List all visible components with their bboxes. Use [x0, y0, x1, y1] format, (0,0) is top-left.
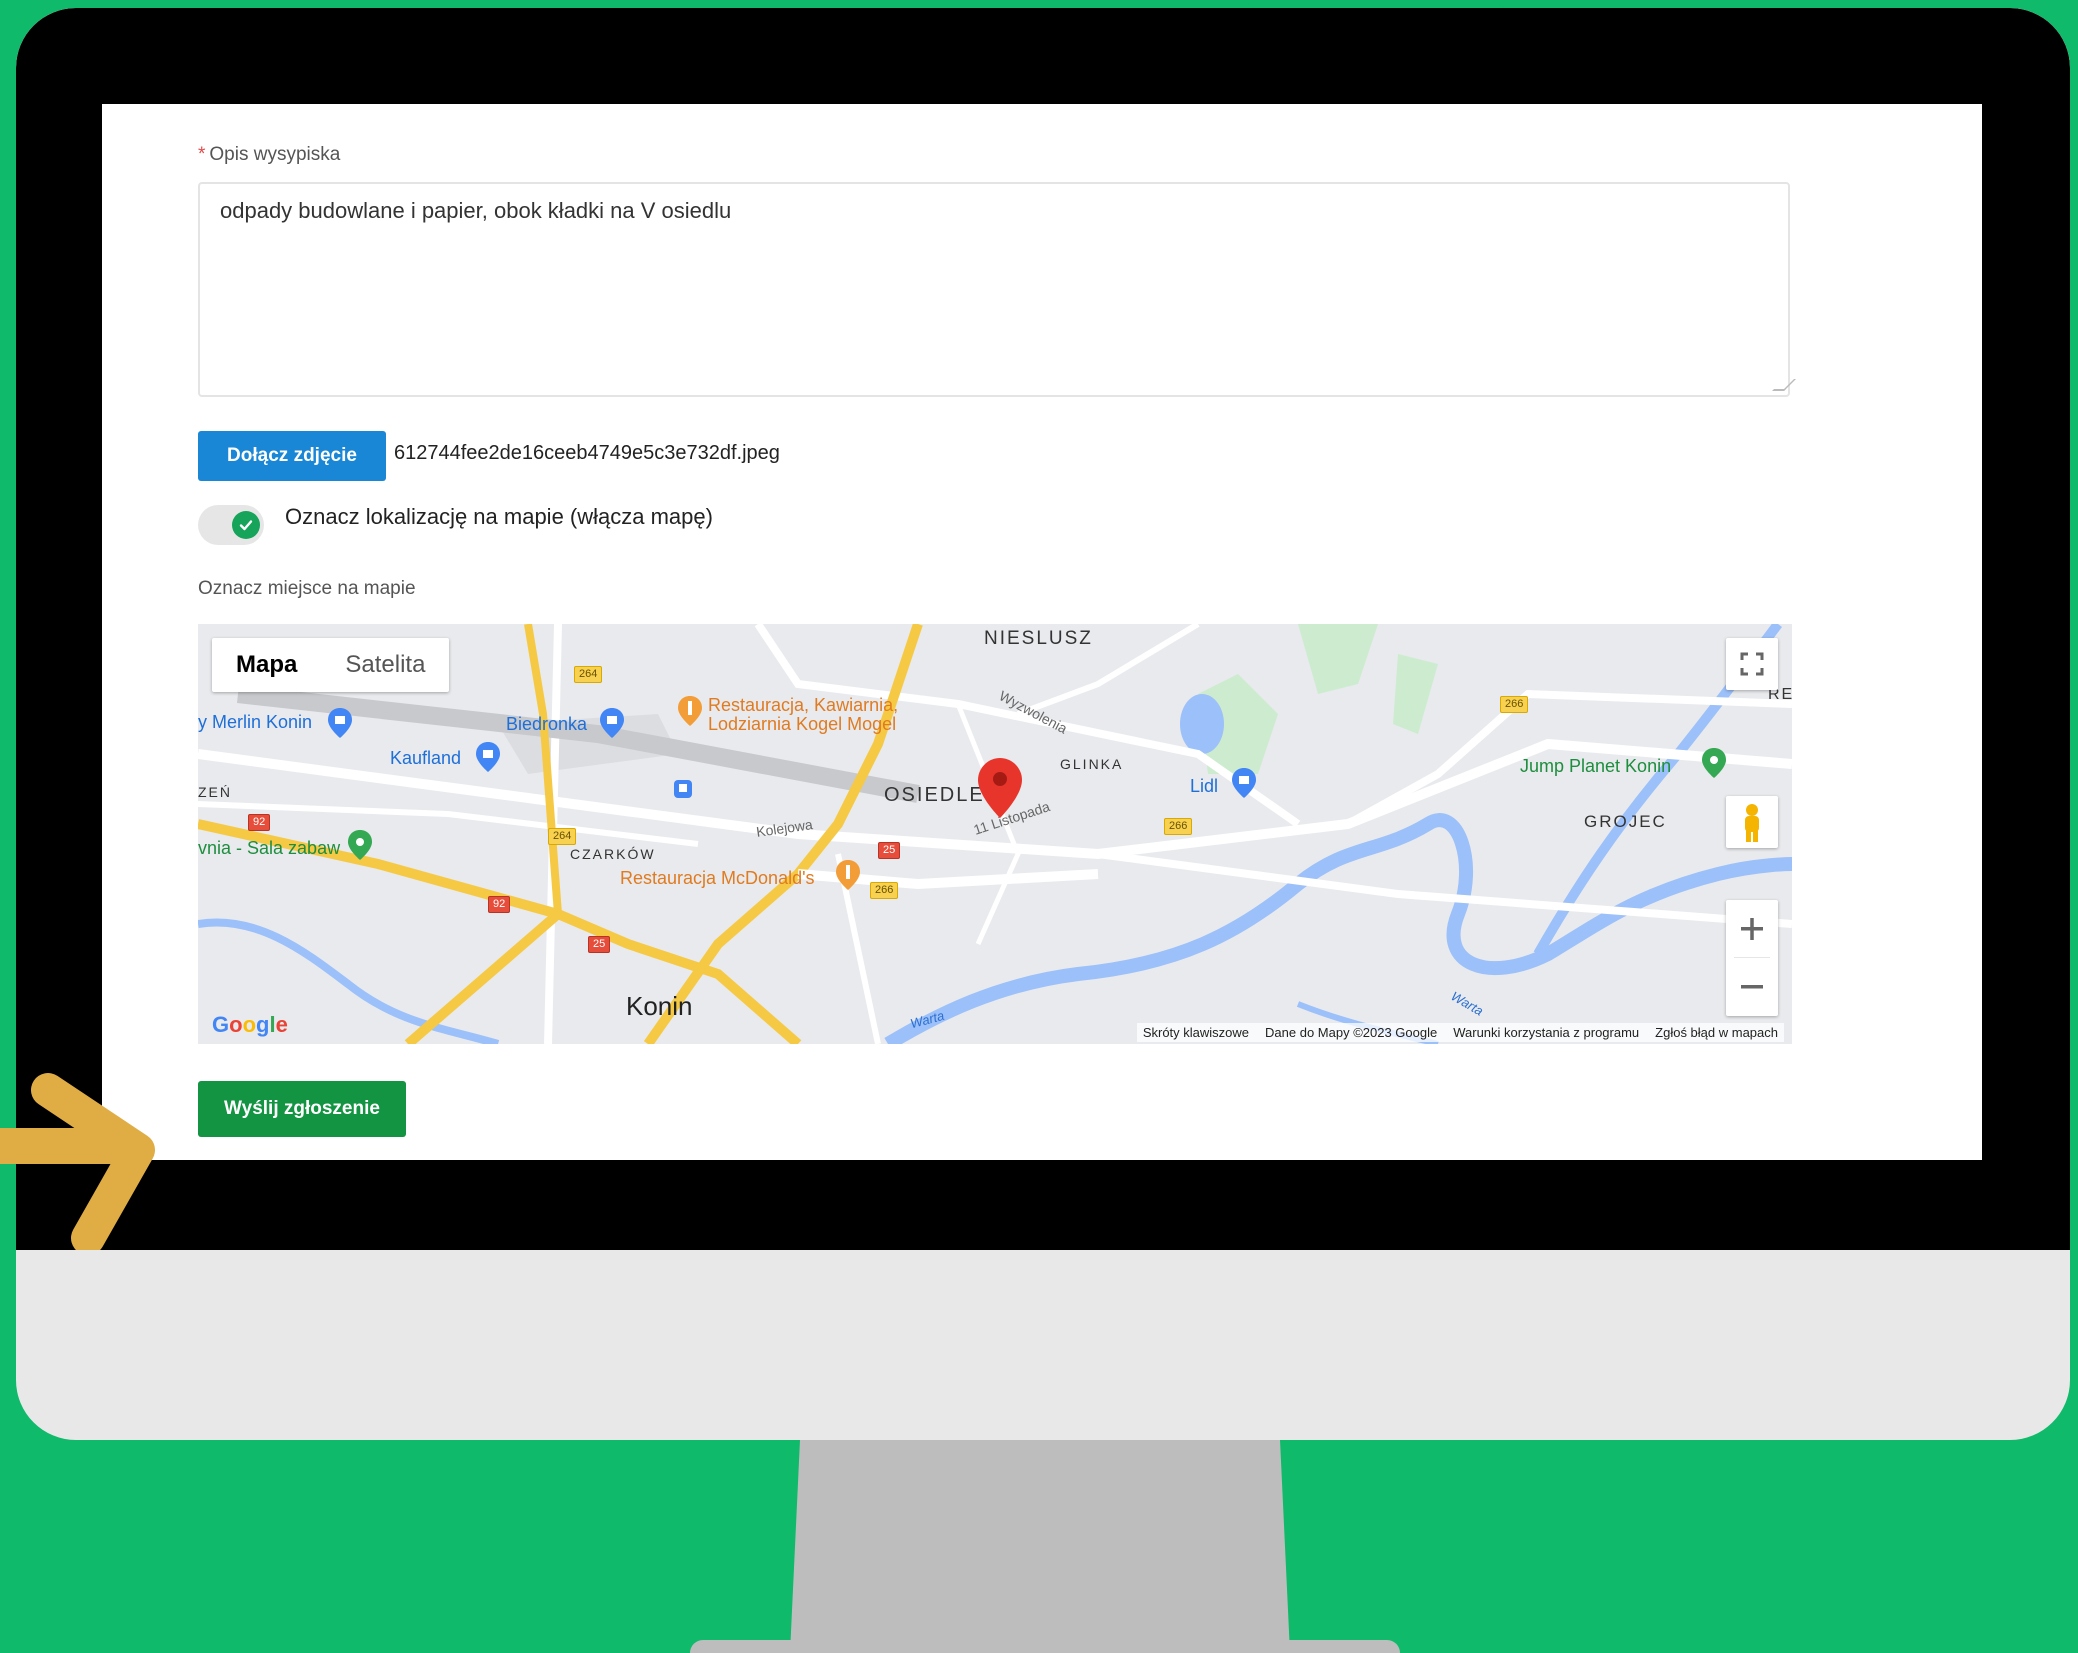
place-label: GROJEC: [1584, 812, 1667, 831]
required-asterisk: *: [198, 144, 206, 165]
map-label: Oznacz miejsce na mapie: [198, 578, 416, 599]
road-number-badge: 266: [1164, 818, 1193, 835]
restaurant-pin-icon: [678, 696, 702, 726]
zoom-controls: [1726, 900, 1778, 1016]
poi-label: Jump Planet Konin: [1520, 756, 1672, 776]
fullscreen-icon: [1740, 652, 1764, 676]
attach-photo-button[interactable]: Dołącz zdjęcie: [198, 431, 386, 481]
city-label: Konin: [626, 991, 693, 1021]
train-station-icon: [674, 780, 692, 798]
resize-grip-icon[interactable]: [1772, 379, 1796, 391]
location-map[interactable]: Mapa Satelita NIESLUSZ GLINKA OSIEDLE V …: [198, 624, 1792, 1044]
place-label: GLINKA: [1060, 756, 1124, 772]
poi-label: vnia - Sala zabaw: [198, 838, 341, 858]
zoom-in-icon[interactable]: [1741, 918, 1763, 940]
poi-label: Restauracja, Kawiarnia, Lodziarnia Kogel…: [708, 695, 899, 734]
shopping-pin-icon: [1232, 768, 1256, 798]
location-toggle-label: Oznacz lokalizację na mapie (włącza mapę…: [285, 504, 713, 529]
pointer-arrow-icon: [0, 1073, 155, 1250]
road-number-badge: 266: [870, 882, 899, 899]
location-toggle[interactable]: [198, 505, 264, 545]
street-view-button[interactable]: [1726, 796, 1778, 848]
road-number-badge: 92: [488, 896, 511, 913]
terms-link[interactable]: Warunki korzystania z programu: [1453, 1025, 1639, 1040]
leisure-pin-icon: [348, 830, 372, 860]
submit-report-button[interactable]: Wyślij zgłoszenie: [198, 1081, 406, 1137]
description-textarea[interactable]: odpady budowlane i papier, obok kładki n…: [198, 182, 1796, 397]
check-icon: [232, 511, 260, 539]
road-number-badge: 264: [548, 828, 577, 845]
place-label: CZARKÓW: [570, 846, 656, 862]
road-number-badge: 25: [878, 842, 901, 859]
monitor-stand-foot: [690, 1640, 1400, 1653]
map-type-switcher: Mapa Satelita: [212, 638, 450, 692]
attached-file-name: 612744fee2de16ceeb4749e5c3e732df.jpeg: [394, 442, 780, 464]
map-data-attribution: Dane do Mapy ©2023 Google: [1265, 1025, 1438, 1040]
poi-label: Biedronka: [506, 714, 588, 734]
monitor-stand: [790, 1440, 1290, 1653]
road-number-badge: 92: [248, 814, 271, 831]
report-error-link[interactable]: Zgłoś błąd w mapach: [1655, 1025, 1778, 1040]
map-type-map-button[interactable]: Mapa: [212, 638, 321, 692]
poi-label: Lidl: [1190, 776, 1219, 796]
description-value: odpady budowlane i papier, obok kładki n…: [220, 198, 732, 223]
leisure-pin-icon: [1702, 748, 1726, 778]
screen: * Opis wysypiska odpady budowlane i papie…: [102, 104, 1982, 1160]
shopping-pin-icon: [476, 742, 500, 772]
description-label: * Opis wysypiska: [198, 144, 341, 165]
google-logo: Google: [212, 1012, 288, 1037]
place-label: NIESLUSZ: [984, 628, 1093, 649]
road-number-badge: 264: [574, 666, 603, 683]
pegman-icon: [1745, 804, 1759, 842]
shopping-pin-icon: [600, 708, 624, 738]
road-number-badge: 25: [588, 936, 611, 953]
shopping-pin-icon: [328, 708, 352, 738]
zoom-out-icon[interactable]: [1741, 985, 1763, 989]
map-footer: Skróty klawiszowe Dane do Mapy ©2023 Goo…: [1136, 1023, 1784, 1042]
location-marker-icon[interactable]: [978, 758, 1022, 818]
place-label: ZEŃ: [198, 784, 232, 800]
fullscreen-button[interactable]: [1726, 638, 1778, 690]
poi-label: Restauracja McDonald's: [620, 868, 815, 888]
map-type-satellite-button[interactable]: Satelita: [321, 638, 449, 692]
poi-label: y Merlin Konin: [198, 712, 313, 732]
restaurant-pin-icon: [836, 860, 860, 890]
poi-label: Kaufland: [390, 748, 462, 768]
road-number-badge: 266: [1500, 696, 1529, 713]
keyboard-shortcuts-link[interactable]: Skróty klawiszowe: [1143, 1025, 1249, 1040]
